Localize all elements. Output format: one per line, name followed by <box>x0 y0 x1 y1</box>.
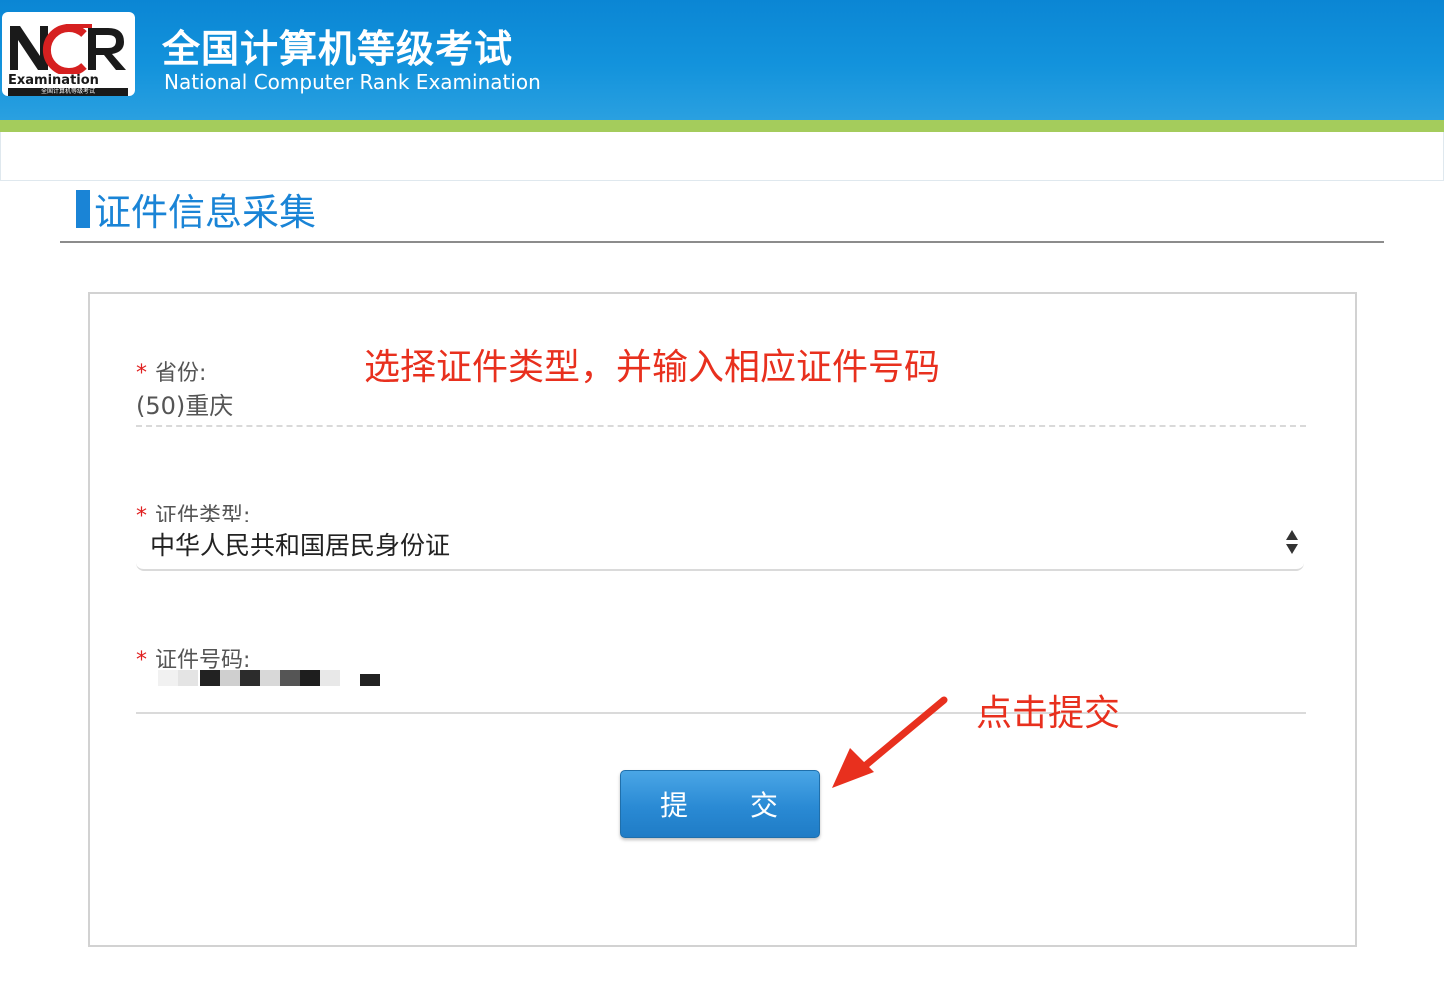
title-divider <box>60 241 1384 243</box>
required-mark: * <box>136 361 147 386</box>
nav-strip <box>0 132 1444 181</box>
page-title: 证件信息采集 <box>76 188 316 234</box>
province-value: (50)重庆 <box>136 392 234 420</box>
instruction-annotation: 选择证件类型，并输入相应证件号码 <box>364 347 941 388</box>
province-label-text: 省份: <box>155 361 207 386</box>
site-subtitle: National Computer Rank Examination <box>164 70 541 94</box>
id-type-select[interactable]: 中华人民共和国居民身份证 <box>136 522 1304 571</box>
redacted-id-mosaic <box>158 670 380 686</box>
province-label: * 省份: <box>136 355 206 387</box>
header-accent-band <box>0 120 1444 132</box>
submit-hint-annotation: 点击提交 <box>976 693 1121 734</box>
province-divider <box>136 425 1306 427</box>
logo-strip-text: 全国计算机等级考试 <box>8 88 128 96</box>
submit-button[interactable]: 提 交 <box>620 770 820 838</box>
select-updown-icon <box>1286 530 1298 554</box>
site-title: 全国计算机等级考试 <box>162 27 514 71</box>
id-type-selected: 中华人民共和国居民身份证 <box>150 531 451 560</box>
ncr-logo-mark-icon <box>10 24 126 74</box>
page-title-text: 证件信息采集 <box>94 191 316 234</box>
red-arrow-icon <box>832 696 948 788</box>
ncre-logo: Examination 全国计算机等级考试 <box>2 12 135 96</box>
site-header: Examination 全国计算机等级考试 全国计算机等级考试 National… <box>0 0 1444 120</box>
form-panel <box>88 292 1357 947</box>
title-marker <box>76 190 90 228</box>
id-number-input[interactable] <box>136 666 1306 714</box>
